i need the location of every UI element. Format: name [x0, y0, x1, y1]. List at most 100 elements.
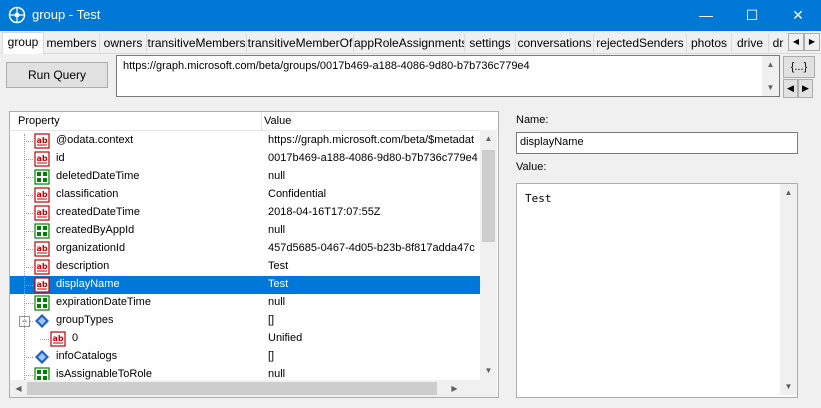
tab-app-role-assignments[interactable]: appRoleAssignments — [354, 34, 465, 52]
vertical-scrollbar[interactable]: ▲ ▼ — [480, 130, 497, 397]
table-row[interactable]: createdByAppId null — [10, 222, 480, 240]
tree-connector — [24, 159, 33, 160]
scroll-left-icon[interactable]: ◀ — [10, 380, 27, 397]
value-scrollbar[interactable]: ▲ ▼ — [780, 184, 797, 395]
tree-trunk-line — [24, 134, 25, 384]
property-name: classification — [56, 188, 119, 200]
scroll-down-icon[interactable]: ▼ — [480, 362, 497, 379]
property-name: displayName — [56, 278, 120, 290]
table-row[interactable]: ab organizationId 457d5685-0467-4d05-b23b-… — [10, 240, 480, 258]
tab-scroll-right-icon[interactable]: ▶ — [804, 33, 820, 51]
name-field[interactable]: displayName — [516, 132, 798, 154]
table-row[interactable]: − groupTypes[] — [10, 312, 480, 330]
array-icon — [35, 314, 49, 328]
tab-group[interactable]: group — [2, 32, 44, 54]
table-row[interactable]: ab description Test — [10, 258, 480, 276]
tree-connector — [24, 213, 33, 214]
tab-conversations[interactable]: conversations — [516, 34, 594, 52]
null-icon — [34, 169, 50, 185]
property-name: deletedDateTime — [56, 170, 140, 182]
name-value: displayName — [520, 136, 584, 148]
string-icon: ab — [34, 187, 50, 203]
forward-arrow-icon[interactable]: ▶ — [798, 79, 813, 98]
table-row[interactable]: infoCatalogs [] — [10, 348, 480, 366]
tab-dr[interactable]: dr — [769, 34, 787, 52]
back-arrow-icon[interactable]: ◀ — [783, 79, 798, 98]
title-bar: group - Test — ☐ ✕ — [0, 0, 821, 31]
property-name: description — [56, 260, 110, 272]
svg-text:ab: ab — [36, 244, 47, 253]
tab-rejected-senders[interactable]: rejectedSenders — [594, 34, 687, 52]
table-row[interactable]: deletedDateTime null — [10, 168, 480, 186]
maximize-button[interactable]: ☐ — [729, 0, 775, 31]
property-name: createdDateTime — [56, 206, 140, 218]
format-json-button[interactable]: {...} — [783, 56, 815, 78]
property-name: @odata.context — [56, 134, 134, 146]
tab-settings[interactable]: settings — [465, 34, 516, 52]
column-separator[interactable] — [261, 112, 262, 130]
grid-header: Property Value — [10, 112, 498, 131]
property-value: null — [268, 170, 286, 182]
scroll-up-icon[interactable]: ▲ — [780, 184, 797, 201]
property-grid[interactable]: Property Value ab @odata.context https://g… — [9, 111, 499, 398]
property-name: isAssignableToRole — [56, 368, 152, 380]
table-row[interactable]: ab id 0017b469-a188-4086-9d80-b7b736c779e4 — [10, 150, 480, 168]
scroll-right-icon[interactable]: ▶ — [446, 380, 463, 397]
tab-owners[interactable]: owners — [100, 34, 147, 52]
tab-transitive-members[interactable]: transitiveMembers — [147, 34, 247, 52]
property-value: 2018-04-16T17:07:55Z — [268, 206, 381, 218]
property-value: Confidential — [268, 188, 327, 200]
url-scrollbar[interactable]: ▲ ▼ — [762, 56, 779, 96]
table-row[interactable]: ab createdDateTime 2018-04-16T17:07:55Z — [10, 204, 480, 222]
table-row[interactable]: ab 0 Unified — [10, 330, 480, 348]
vertical-scroll-thumb[interactable] — [482, 150, 495, 242]
horizontal-scroll-thumb[interactable] — [27, 382, 437, 395]
tab-drive[interactable]: drive — [732, 34, 769, 52]
query-url-input[interactable]: https://graph.microsoft.com/beta/groups/… — [116, 55, 780, 97]
tab-members[interactable]: members — [44, 34, 100, 52]
string-icon: ab — [34, 205, 50, 221]
svg-text:ab: ab — [36, 154, 47, 163]
header-value[interactable]: Value — [264, 115, 291, 127]
property-name: createdByAppId — [56, 224, 135, 236]
close-button[interactable]: ✕ — [775, 0, 821, 31]
svg-text:ab: ab — [36, 280, 47, 289]
query-url-text: https://graph.microsoft.com/beta/groups/… — [123, 60, 530, 72]
table-row[interactable]: ab classification Confidential — [10, 186, 480, 204]
property-value: [] — [268, 314, 275, 326]
property-name: infoCatalogs — [56, 350, 118, 362]
scroll-up-icon[interactable]: ▲ — [480, 130, 497, 147]
table-row[interactable]: expirationDateTime null — [10, 294, 480, 312]
scroll-down-icon[interactable]: ▼ — [762, 79, 779, 96]
table-row[interactable]: ab displayName Test — [10, 276, 480, 294]
header-property[interactable]: Property — [18, 115, 60, 127]
property-name: 0 — [72, 332, 79, 344]
tree-connector — [24, 303, 33, 304]
null-icon — [34, 223, 50, 239]
tree-connector — [24, 267, 33, 268]
tab-photos[interactable]: photos — [687, 34, 732, 52]
tree-connector — [24, 177, 33, 178]
tab-bar: group members owners transitiveMembers t… — [0, 31, 821, 54]
scroll-up-icon[interactable]: ▲ — [762, 56, 779, 73]
value-label: Value: — [516, 161, 547, 173]
tree-connector — [24, 375, 33, 376]
window-title: group - Test — [32, 7, 101, 22]
run-query-button[interactable]: Run Query — [6, 62, 108, 88]
tab-transitive-member-of[interactable]: transitiveMemberOf — [247, 34, 354, 52]
value-textarea[interactable]: Test ▲ ▼ — [516, 183, 798, 398]
horizontal-scrollbar[interactable]: ◀ ▶ — [10, 380, 480, 397]
property-value: [] — [268, 350, 275, 362]
minimize-button[interactable]: — — [683, 0, 729, 31]
table-row[interactable]: ab @odata.context https://graph.microsoft.… — [10, 132, 480, 150]
string-icon: ab — [34, 151, 50, 167]
tree-connector — [40, 339, 49, 340]
scroll-down-icon[interactable]: ▼ — [780, 378, 797, 395]
property-value: Test — [268, 278, 289, 290]
tab-scroll-left-icon[interactable]: ◀ — [788, 33, 804, 51]
property-value: null — [268, 296, 286, 308]
tree-connector — [24, 195, 33, 196]
tree-connector — [24, 357, 33, 358]
svg-text:ab: ab — [36, 262, 47, 271]
array-icon — [35, 350, 49, 364]
